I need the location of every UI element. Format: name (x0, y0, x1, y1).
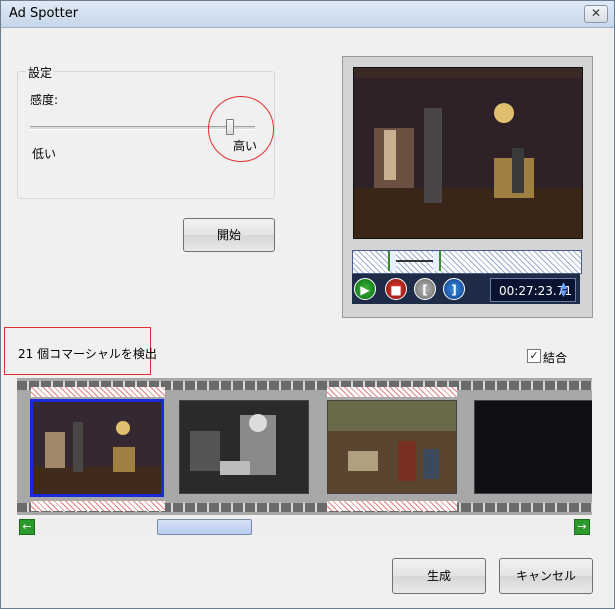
highlight-circle (208, 96, 274, 162)
thumbnail-image (328, 401, 456, 493)
stop-icon: ■ (390, 283, 402, 297)
time-spinner-icon[interactable]: ▲ ▼ (560, 282, 567, 299)
filmstrip (17, 378, 592, 515)
check-icon: ✓ (529, 349, 539, 362)
window-title: Ad Spotter (9, 6, 79, 21)
start-button[interactable]: 開始 (183, 218, 275, 252)
mark-in-icon: [ (422, 283, 428, 297)
scroll-right-button[interactable]: → (574, 519, 590, 535)
stop-button[interactable]: ■ (385, 278, 407, 300)
low-label: 低い (32, 147, 57, 161)
play-button[interactable]: ▶ (354, 278, 376, 300)
arrow-left-icon: ← (22, 520, 32, 533)
combine-label: 結合 (543, 351, 568, 365)
segment-marker (31, 387, 165, 397)
thumbnail-2[interactable] (179, 400, 309, 494)
segment-marker (327, 501, 457, 511)
title-bar: Ad Spotter ✕ (1, 1, 614, 28)
thumbnail-3[interactable] (327, 400, 457, 494)
video-frame-image (354, 68, 582, 238)
segment-marker (31, 501, 165, 511)
mark-out-icon: ] (451, 283, 457, 297)
generate-button[interactable]: 生成 (392, 558, 486, 594)
scroll-left-button[interactable]: ← (19, 519, 35, 535)
close-button[interactable]: ✕ (584, 5, 608, 23)
video-preview (353, 67, 583, 239)
segment-marker (327, 387, 457, 397)
play-icon: ▶ (360, 283, 370, 297)
settings-group-label: 設定 (26, 64, 55, 81)
arrow-right-icon: → (577, 520, 587, 533)
seek-start-marker[interactable] (388, 251, 396, 271)
cancel-button[interactable]: キャンセル (499, 558, 593, 594)
seek-selection (390, 260, 436, 262)
seek-bar[interactable] (352, 250, 582, 274)
seek-end-marker[interactable] (433, 251, 441, 271)
mark-out-button[interactable]: ] (443, 278, 465, 300)
sensitivity-label: 感度: (30, 93, 59, 107)
close-icon: ✕ (590, 6, 602, 20)
filmstrip-scrollbar[interactable]: ← → (17, 518, 592, 535)
mark-in-button[interactable]: [ (414, 278, 436, 300)
detection-count-text: 21 個コマーシャルを検出 (18, 347, 157, 361)
thumbnail-image (180, 401, 308, 493)
scrollbar-thumb[interactable] (157, 519, 252, 535)
thumbnail-image (33, 402, 161, 494)
thumbnail-4[interactable] (474, 400, 592, 494)
thumbnail-1[interactable] (30, 399, 164, 497)
combine-checkbox[interactable]: ✓ (527, 349, 541, 363)
